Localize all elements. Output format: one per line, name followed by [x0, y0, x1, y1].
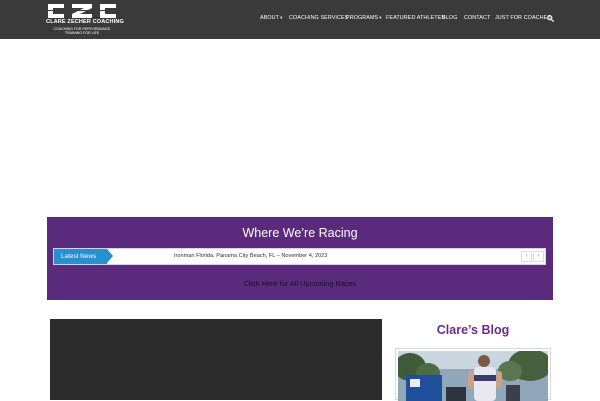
ticker-news-link[interactable]: Ironman Florida, Panama City Beach, FL –…	[174, 249, 474, 264]
ticker-label-arrow	[107, 249, 113, 263]
logo-tagline-2: TRAINING FOR LIFE	[64, 31, 100, 35]
site-logo[interactable]: CLARE ZECHER COACHING COACHING FOR PERFO…	[46, 1, 124, 37]
ticker-prev-button[interactable]: ‹	[521, 251, 532, 262]
nav-item-just-for-coaches[interactable]: JUST FOR COACHES	[495, 15, 551, 21]
racing-title: Where We’re Racing	[242, 226, 358, 240]
logo-name: CLARE ZECHER COACHING	[46, 19, 124, 25]
chevron-down-icon: ▾	[280, 15, 283, 20]
blog-post-card[interactable]	[395, 348, 551, 401]
ticker-next-button[interactable]: ›	[533, 251, 544, 262]
upcoming-races-link[interactable]: Click Here for All Upcoming Races	[47, 279, 553, 288]
nav-item-label: BLOG	[442, 15, 458, 21]
nav-item-label: CONTACT	[464, 15, 491, 21]
search-icon[interactable]	[547, 15, 554, 22]
nav-item-label: ABOUT	[260, 15, 280, 21]
blog-title: Clare’s Blog	[436, 323, 510, 337]
nav-item-label: COACHING SERVICES	[289, 15, 349, 21]
hero-area	[0, 39, 600, 217]
nav-item-about[interactable]: ABOUT▾	[260, 15, 282, 21]
nav-item-featured-athletes[interactable]: FEATURED ATHLETES	[386, 15, 445, 21]
nav-item-label: FEATURED ATHLETES	[386, 15, 446, 21]
nav-item-programs[interactable]: PROGRAMS▾	[346, 15, 382, 21]
nav-item-contact[interactable]: CONTACT	[464, 15, 490, 21]
ticker-label: Latest News	[54, 249, 107, 264]
chevron-right-icon: ›	[537, 253, 540, 259]
nav-item-label: JUST FOR COACHES	[495, 15, 552, 21]
nav-item-coaching-services[interactable]: COACHING SERVICES	[289, 15, 348, 21]
chevron-left-icon: ‹	[525, 253, 528, 259]
czc-logo-mark	[48, 4, 116, 18]
racing-banner: Where We’re Racing Latest News Ironman F…	[47, 217, 553, 300]
news-ticker: Latest News Ironman Florida, Panama City…	[53, 248, 546, 265]
blog-post-image[interactable]	[398, 351, 548, 401]
chevron-down-icon: ▾	[379, 15, 382, 20]
video-player[interactable]	[50, 319, 382, 400]
nav-item-blog[interactable]: BLOG	[442, 15, 457, 21]
nav-item-label: PROGRAMS	[346, 15, 379, 21]
site-header: CLARE ZECHER COACHING COACHING FOR PERFO…	[0, 0, 600, 39]
logo-tagline-1: COACHING FOR PERFORMANCE	[53, 26, 111, 31]
